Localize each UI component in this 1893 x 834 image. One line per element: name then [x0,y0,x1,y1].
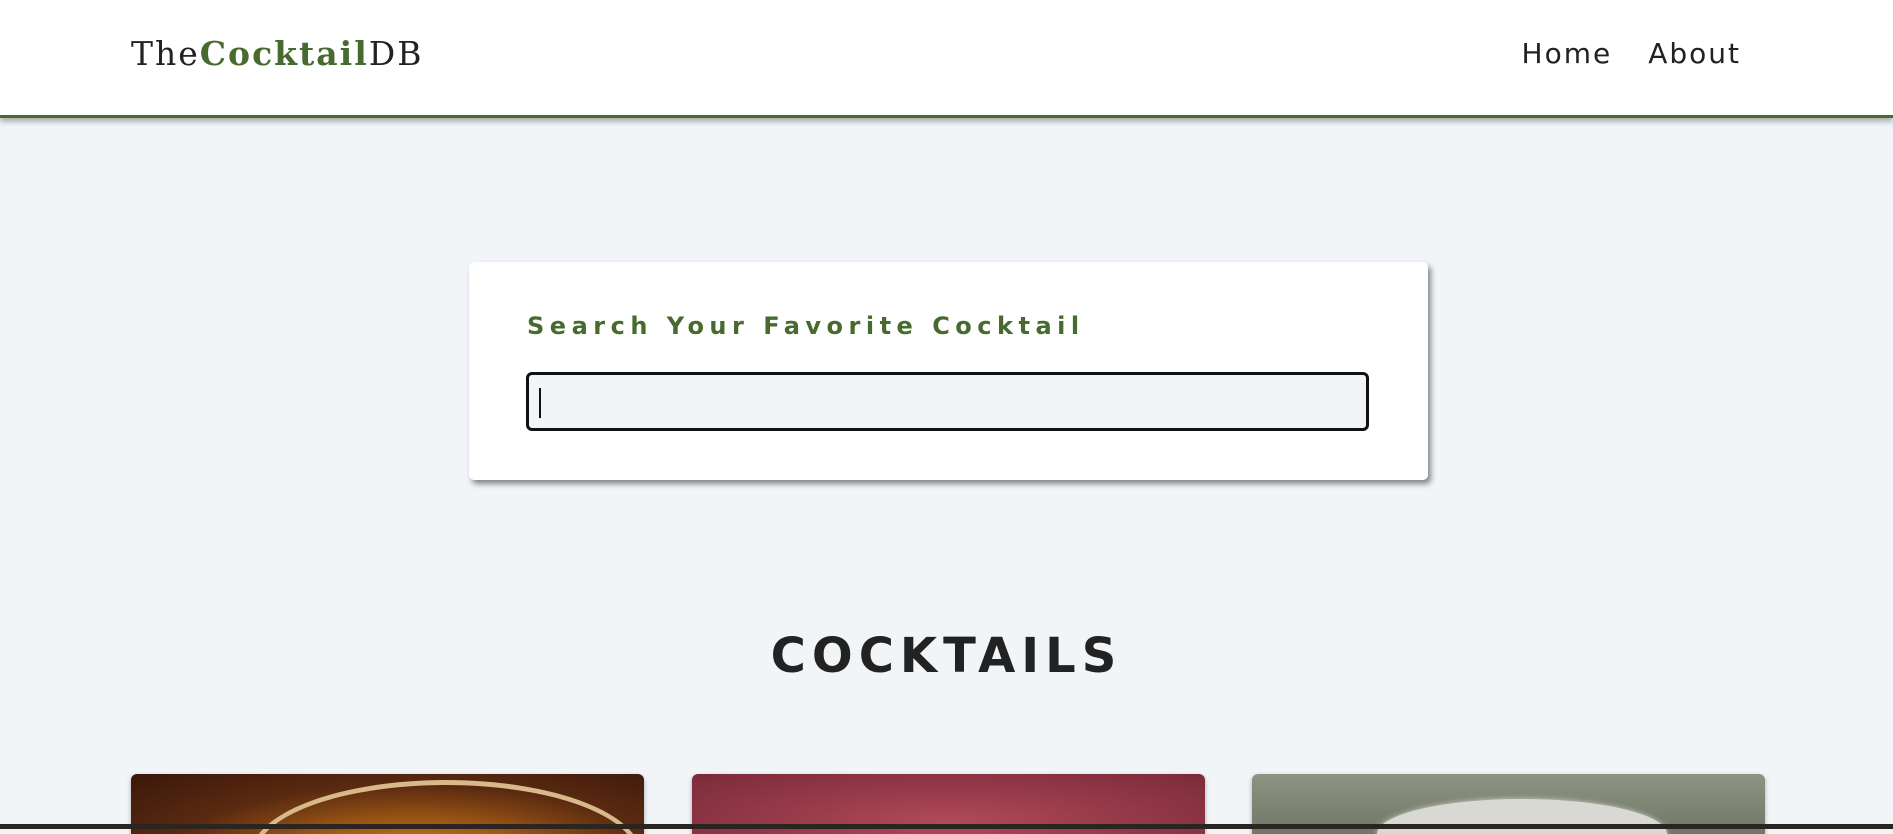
logo-prefix: The [131,34,200,73]
nav-links: Home About [1522,40,1741,68]
nav-link-home[interactable]: Home [1522,40,1613,68]
logo-suffix: DB [368,34,424,73]
nav-link-about[interactable]: About [1648,40,1741,68]
search-form: Search Your Favorite Cocktail [469,262,1428,480]
section-title: COCKTAILS [770,628,1123,684]
logo-accent: Cocktail [199,34,369,73]
navbar: TheCocktailDB Home About [0,0,1893,118]
text-caret [539,388,541,418]
search-label: Search Your Favorite Cocktail [527,312,1085,340]
search-input[interactable] [526,372,1369,431]
logo[interactable]: TheCocktailDB [131,37,423,70]
window-bottom-edge [0,824,1893,829]
